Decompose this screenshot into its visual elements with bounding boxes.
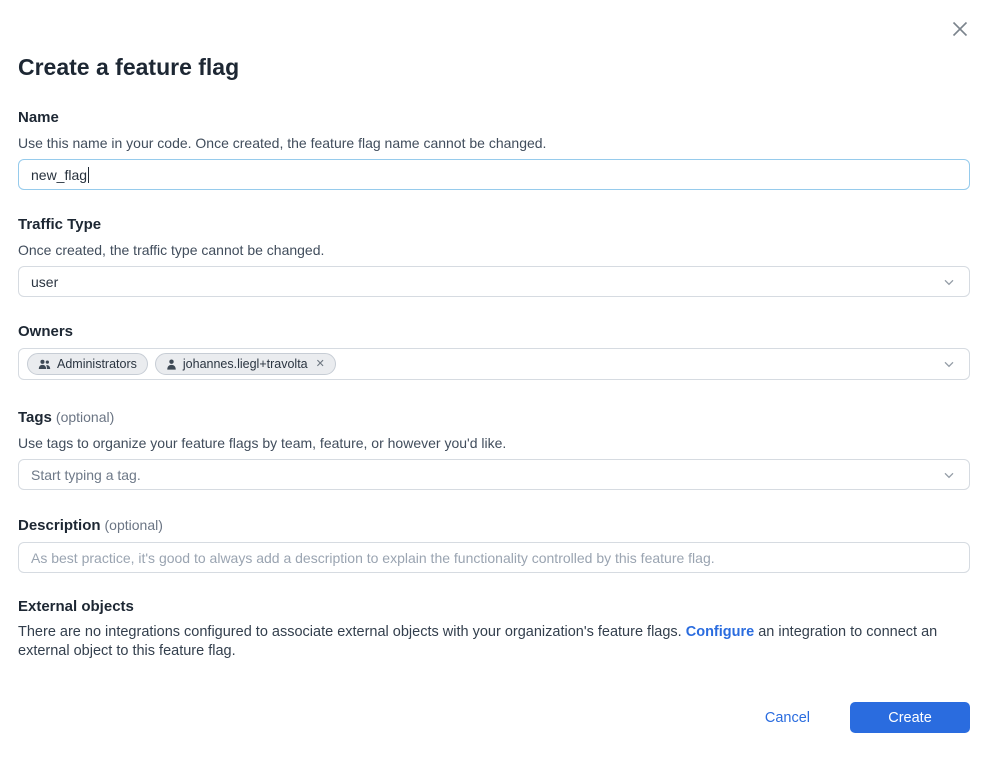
owners-select[interactable]: Administrators johannes.liegl+travolta ✕	[18, 348, 970, 380]
close-icon[interactable]	[946, 15, 974, 43]
description-label-text: Description	[18, 517, 101, 534]
owner-chip-label: johannes.liegl+travolta	[183, 357, 308, 371]
tags-field-group: Tags(optional) Use tags to organize your…	[18, 408, 970, 490]
tags-helper-text: Use tags to organize your feature flags …	[18, 434, 970, 452]
owner-chip-administrators[interactable]: Administrators	[27, 353, 148, 375]
name-field-group: Name Use this name in your code. Once cr…	[18, 109, 970, 190]
text-caret	[88, 167, 89, 183]
owner-chip-label: Administrators	[57, 357, 137, 371]
name-input[interactable]: new_flag	[18, 159, 970, 190]
name-helper-text: Use this name in your code. Once created…	[18, 134, 970, 152]
tags-label: Tags(optional)	[18, 408, 970, 427]
external-objects-text: There are no integrations configured to …	[18, 623, 970, 660]
owner-chip-user[interactable]: johannes.liegl+travolta ✕	[155, 353, 336, 375]
page-title: Create a feature flag	[18, 0, 970, 82]
description-optional-text: (optional)	[105, 517, 163, 533]
cancel-button[interactable]: Cancel	[765, 710, 810, 726]
remove-owner-icon[interactable]: ✕	[316, 359, 325, 370]
tags-optional-text: (optional)	[56, 409, 114, 425]
name-label: Name	[18, 109, 970, 127]
chevron-down-icon	[941, 467, 957, 483]
chevron-down-icon	[941, 356, 957, 372]
traffic-type-select[interactable]: user	[18, 266, 970, 297]
create-feature-flag-modal: Create a feature flag Name Use this name…	[0, 0, 988, 733]
owners-chip-list: Administrators johannes.liegl+travolta ✕	[27, 353, 941, 375]
owners-label: Owners	[18, 323, 970, 341]
group-icon	[38, 359, 51, 370]
chevron-down-icon	[941, 274, 957, 290]
external-objects-label: External objects	[18, 598, 970, 616]
person-icon	[166, 359, 177, 370]
traffic-type-helper-text: Once created, the traffic type cannot be…	[18, 241, 970, 259]
traffic-type-field-group: Traffic Type Once created, the traffic t…	[18, 216, 970, 297]
traffic-type-label: Traffic Type	[18, 216, 970, 234]
external-text-before: There are no integrations configured to …	[18, 624, 686, 640]
create-button[interactable]: Create	[850, 702, 970, 733]
description-label: Description(optional)	[18, 516, 970, 535]
owners-field-group: Owners Administrators	[18, 323, 970, 380]
description-input[interactable]	[18, 542, 970, 573]
tags-label-text: Tags	[18, 409, 52, 426]
tags-placeholder: Start typing a tag.	[31, 467, 141, 483]
configure-link[interactable]: Configure	[686, 624, 754, 640]
name-input-value: new_flag	[31, 167, 87, 183]
traffic-type-value: user	[31, 274, 58, 290]
modal-footer: Cancel Create	[18, 702, 970, 733]
external-objects-group: External objects There are no integratio…	[18, 598, 970, 660]
tags-select[interactable]: Start typing a tag.	[18, 459, 970, 490]
description-field-group: Description(optional)	[18, 516, 970, 573]
close-icon-glyph	[950, 19, 970, 39]
